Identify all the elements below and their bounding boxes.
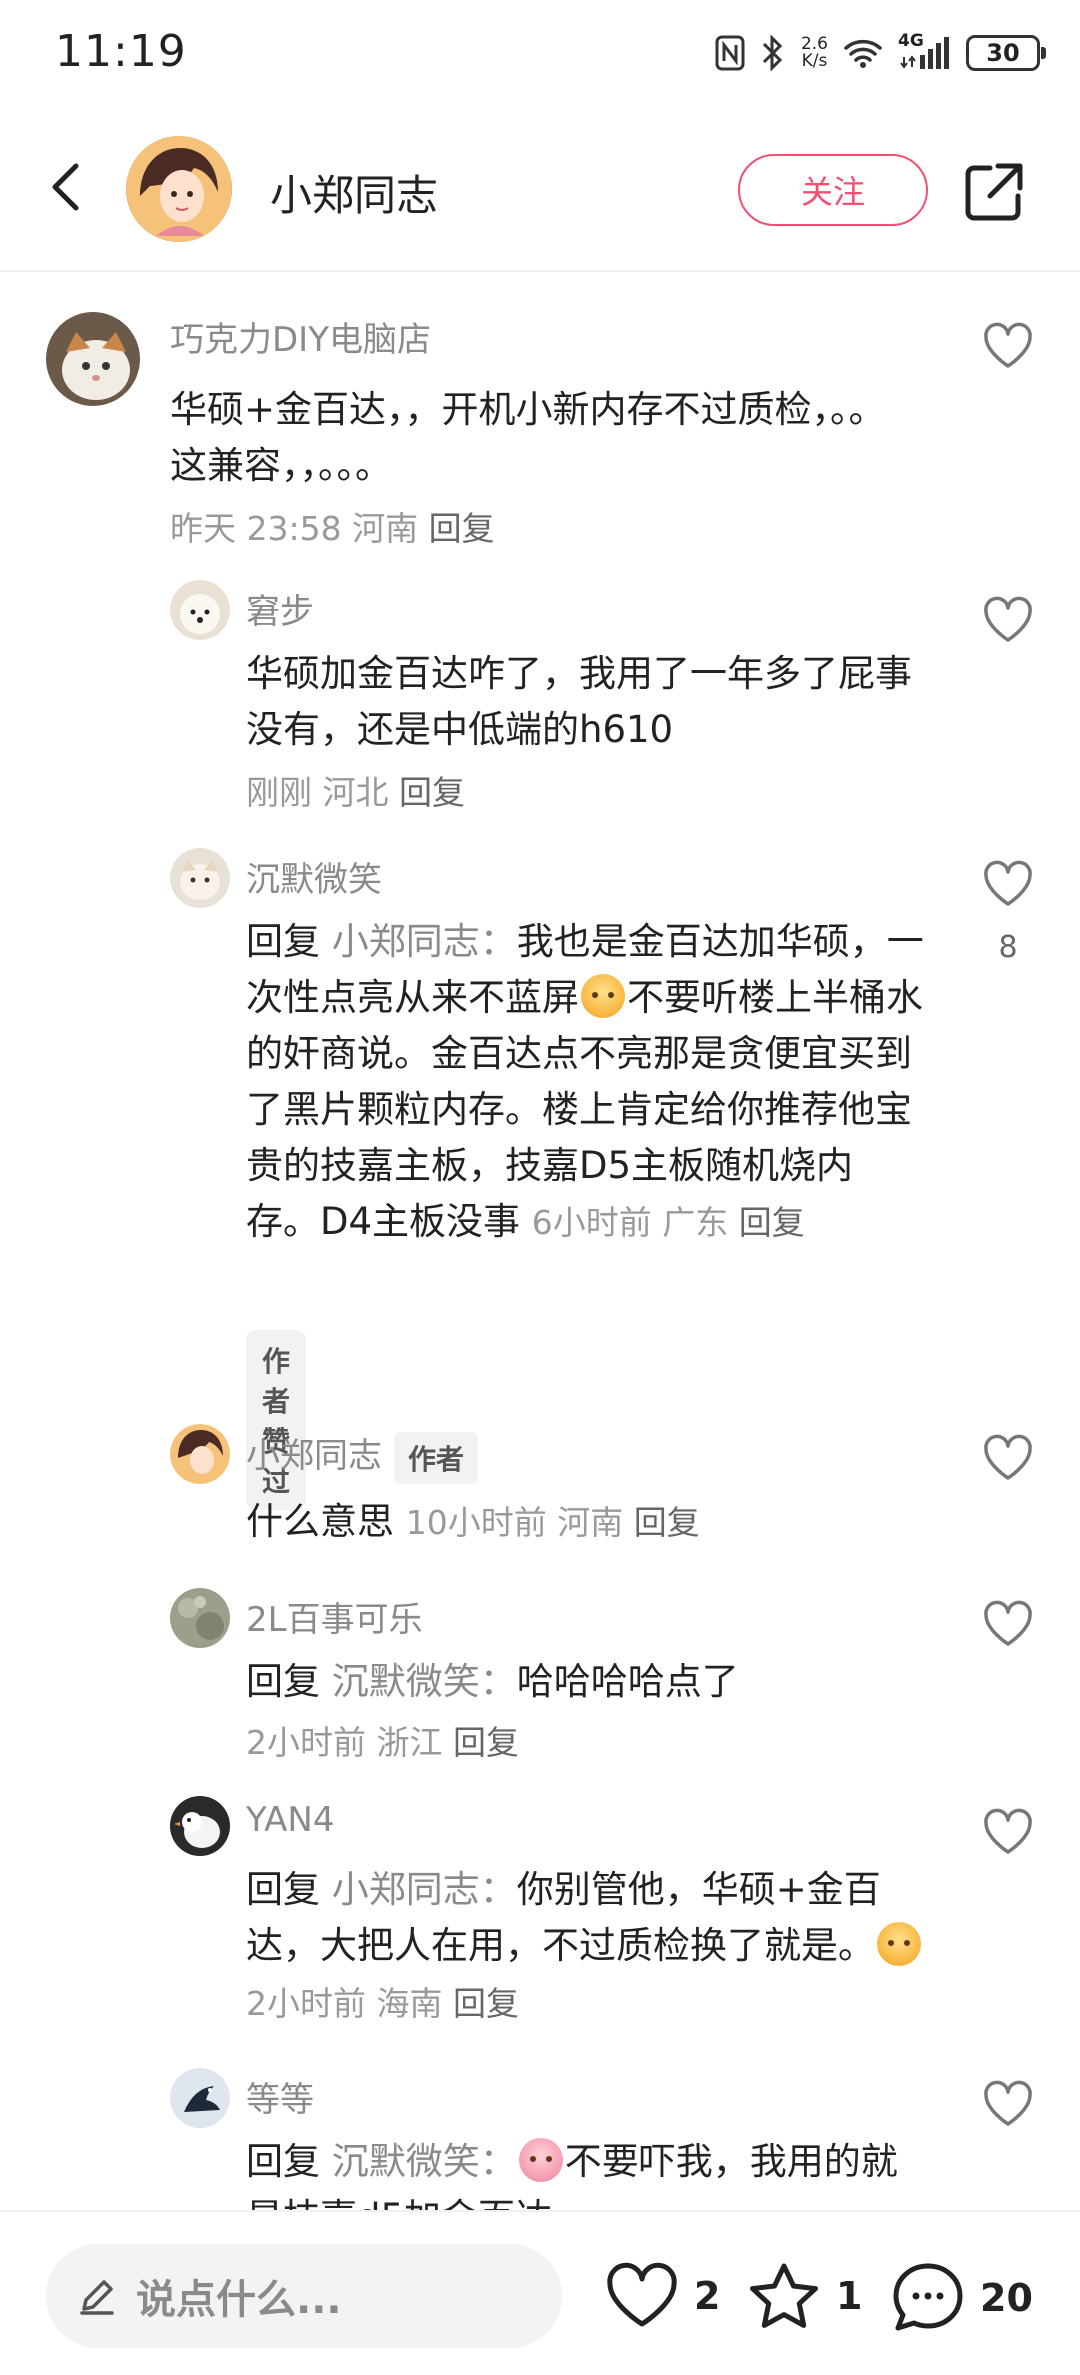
pencil-icon <box>80 2280 114 2315</box>
favorite-action[interactable]: 1 <box>746 2260 862 2332</box>
comment-action[interactable]: 20 <box>890 2260 1033 2336</box>
like-count: 2 <box>694 2274 721 2318</box>
like-action[interactable]: 2 <box>604 2260 720 2332</box>
favorite-count: 1 <box>836 2274 863 2318</box>
comment-input[interactable]: 说点什么... <box>46 2244 562 2348</box>
comment-7: 等等 回复 沉默微笑：不要吓我，我用的就是技嘉d5加金百达 <box>0 0 1080 2210</box>
avatar[interactable] <box>170 2068 230 2128</box>
like-heart-icon[interactable] <box>980 2076 1036 2132</box>
comment-count: 20 <box>980 2276 1033 2320</box>
input-placeholder: 说点什么... <box>136 2277 342 2323</box>
comment-text: 回复 沉默微笑：不要吓我，我用的就是技嘉d5加金百达 <box>246 2134 926 2210</box>
star-icon <box>750 2263 818 2328</box>
reply-prefix: 回复 <box>246 2140 320 2183</box>
bottom-bar: 说点什么... 2 1 20 <box>0 2210 1080 2375</box>
reply-to-user[interactable]: 沉默微笑： <box>332 2140 517 2183</box>
comment-bubble-icon <box>893 2263 963 2331</box>
heart-icon <box>607 2262 677 2327</box>
username[interactable]: 等等 <box>246 2072 314 2121</box>
emoji-icon <box>518 2138 563 2182</box>
